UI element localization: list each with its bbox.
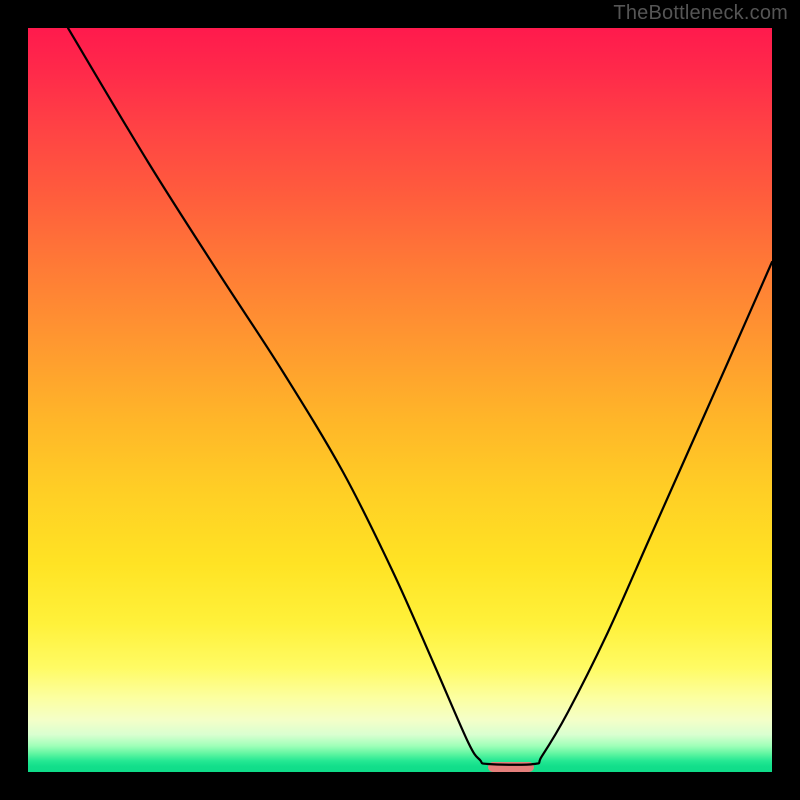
plot-area xyxy=(28,28,772,772)
watermark-text: TheBottleneck.com xyxy=(613,2,788,25)
bottleneck-curve-path xyxy=(68,28,772,765)
chart-frame: TheBottleneck.com xyxy=(0,0,800,800)
curve-svg xyxy=(28,28,772,772)
